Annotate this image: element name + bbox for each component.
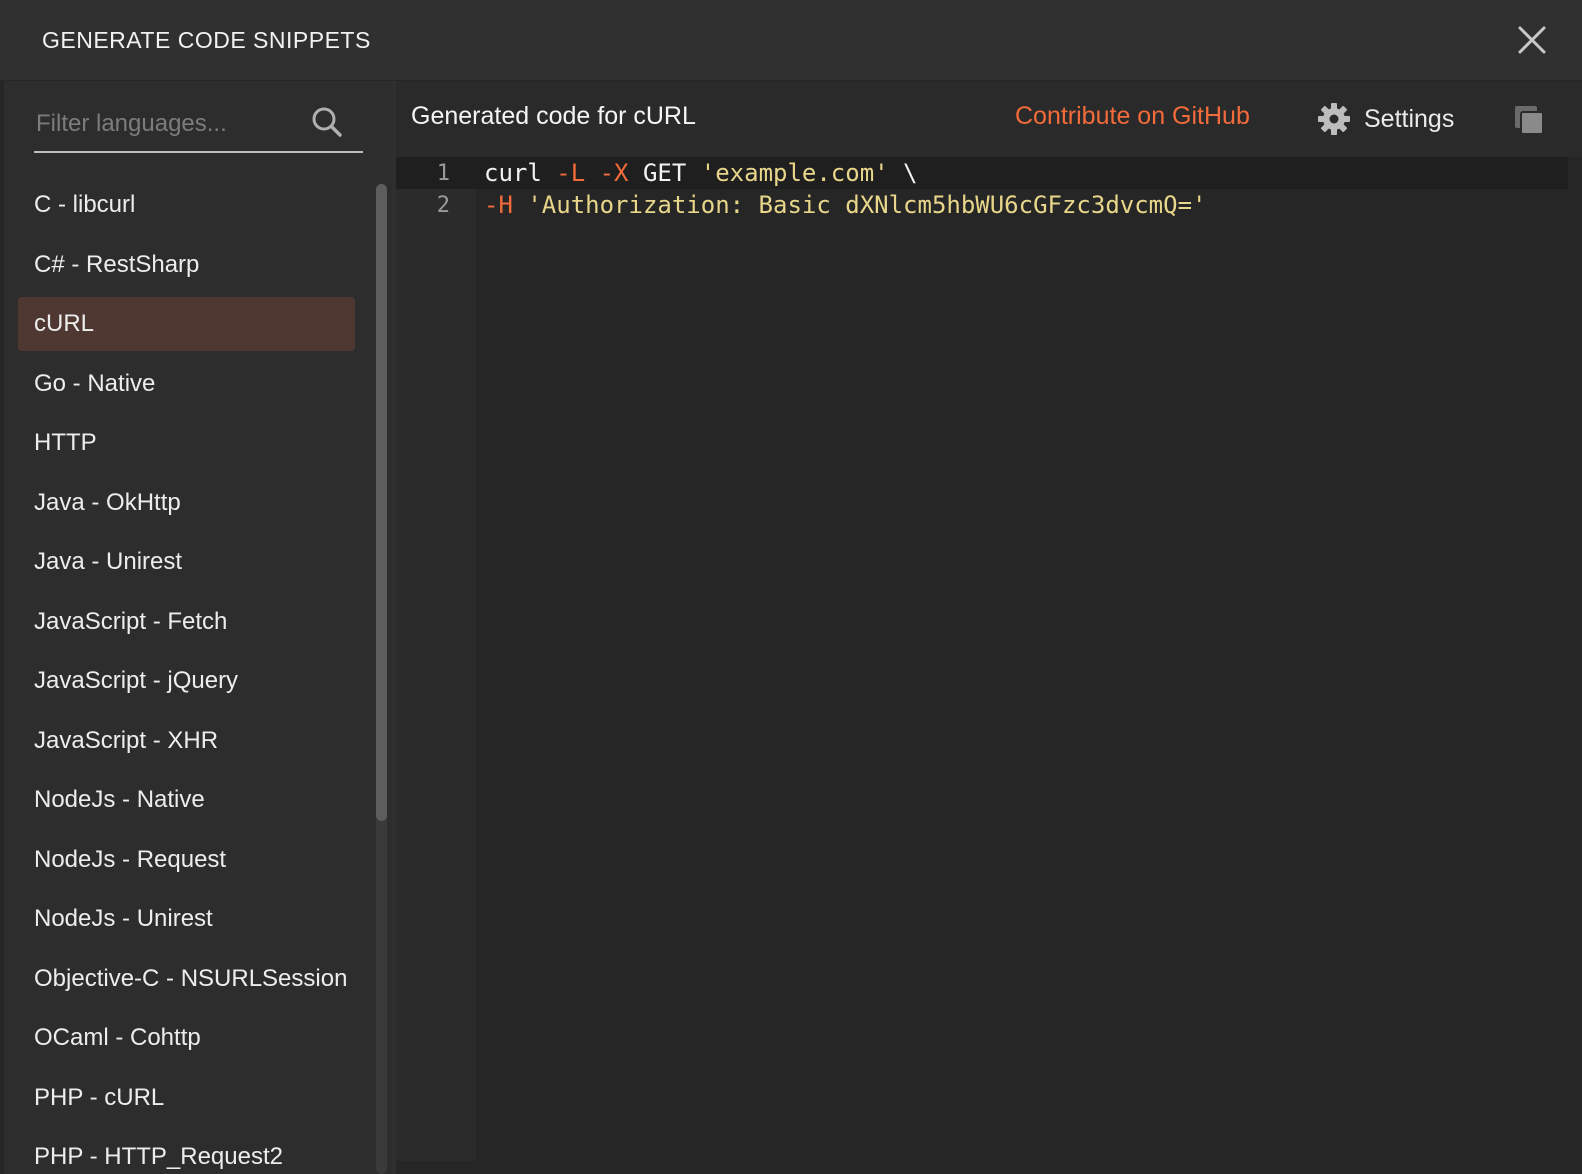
code-token-flag: -L (556, 159, 586, 187)
language-item[interactable]: PHP - cURL (18, 1071, 355, 1125)
code-panel-header: Generated code for cURL Contribute on Gi… (396, 81, 1582, 157)
sidebar-scrollbar[interactable] (376, 184, 387, 1174)
settings-label: Settings (1364, 104, 1455, 133)
modal-title: GENERATE CODE SNIPPETS (42, 27, 371, 53)
code-token-flag: -H (484, 191, 513, 219)
copy-icon[interactable] (1512, 103, 1546, 137)
language-item[interactable]: JavaScript - jQuery (18, 654, 355, 708)
language-item[interactable]: OCaml - Cohttp (18, 1011, 355, 1065)
code-snippet-modal: GENERATE CODE SNIPPETS C - libcurl C# - R… (0, 0, 1582, 1174)
language-item[interactable]: PHP - HTTP_Request2 (18, 1130, 355, 1174)
search-icon[interactable] (310, 105, 344, 139)
language-list: C - libcurl C# - RestSharp cURL Go - Native… (18, 178, 355, 1174)
language-item[interactable]: C# - RestSharp (18, 238, 355, 292)
code-panel: Generated code for cURL Contribute on Gi… (396, 81, 1582, 1174)
language-sidebar: C - libcurl C# - RestSharpcURL Go - Native… (4, 81, 392, 1174)
generated-code-title: Generated code for cURL (411, 102, 696, 130)
line-number-gutter (396, 157, 476, 1161)
code-token-string: 'Authorization: Basic dXNlcm5hbWU6cGFzc3… (527, 191, 1207, 219)
language-item[interactable]: NodeJs - Request (18, 833, 355, 887)
line-number: 2 (436, 192, 450, 218)
code-editor[interactable]: 1 curl -L -X GET 'example.com' \ 2 -H 'A… (396, 157, 1568, 1161)
code-token-command: curl (484, 159, 557, 187)
language-item[interactable]: C - libcurl (18, 178, 355, 232)
language-item[interactable]: JavaScript - Fetch (18, 595, 355, 649)
code-token-method: GET (628, 159, 701, 187)
language-filter (34, 101, 363, 153)
language-item[interactable]: NodeJs - Native (18, 773, 355, 827)
language-item[interactable]: HTTP (18, 416, 355, 470)
contribute-github-link[interactable]: Contribute on GitHub (1015, 102, 1250, 131)
language-item[interactable]: Java - OkHttp (18, 476, 355, 530)
settings-button[interactable]: Settings (1316, 99, 1454, 139)
code-token-string: 'example.com' (700, 159, 889, 187)
sidebar-scroll-thumb[interactable] (376, 184, 387, 821)
language-item[interactable]: Objective-C - NSURLSession (18, 952, 355, 1006)
language-item[interactable]: cURL (18, 297, 355, 351)
code-line[interactable]: 1 curl -L -X GET 'example.com' \ (396, 157, 1568, 189)
gear-icon (1318, 103, 1350, 135)
close-icon[interactable] (1514, 22, 1550, 58)
code-line[interactable]: 2 -H 'Authorization: Basic dXNlcm5hbWU6c… (396, 189, 1568, 221)
language-item[interactable]: Java - Unirest (18, 535, 355, 589)
language-item[interactable]: NodeJs - Unirest (18, 892, 355, 946)
modal-header: GENERATE CODE SNIPPETS (0, 0, 1582, 81)
code-token-flag: -X (599, 159, 629, 187)
language-item[interactable]: JavaScript - XHR (18, 714, 355, 768)
language-item[interactable]: Go - Native (18, 357, 355, 411)
line-number: 1 (436, 160, 450, 186)
code-token-continuation: \ (888, 159, 918, 187)
language-filter-input[interactable] (34, 101, 306, 147)
